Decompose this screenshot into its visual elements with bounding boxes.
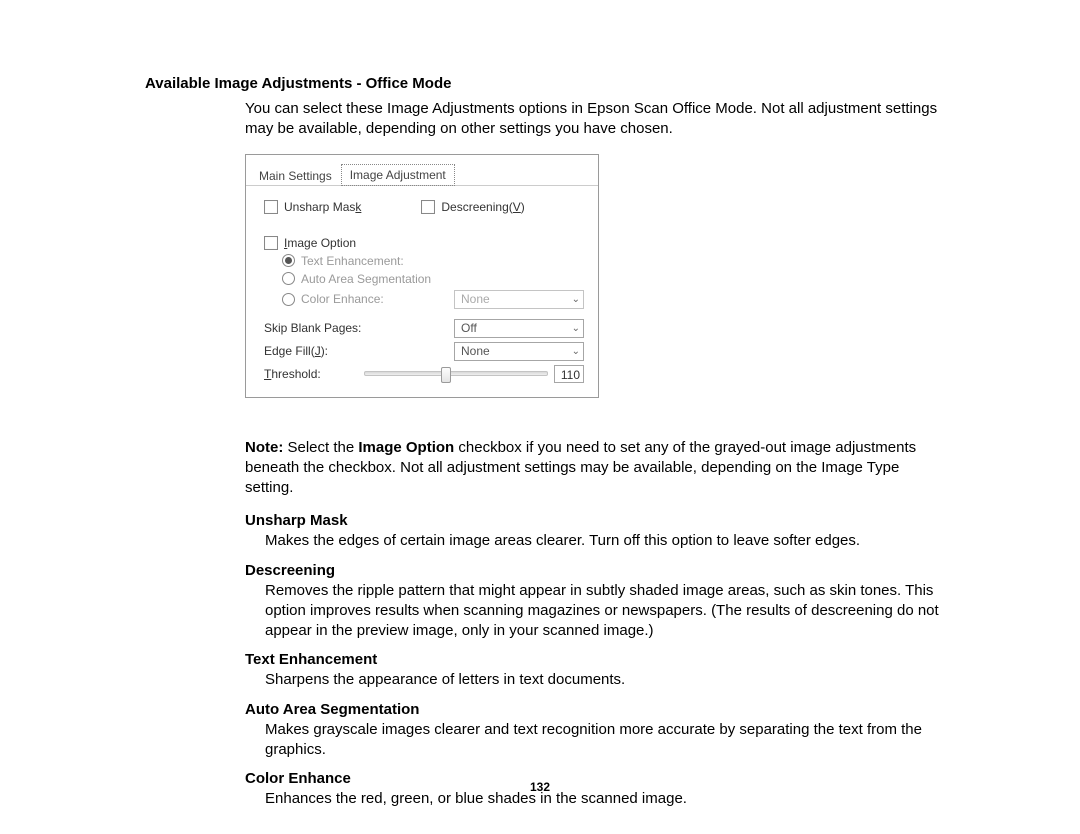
color-enhance-label: Color Enhance:: [301, 292, 454, 306]
term-unsharp: Unsharp Mask: [245, 512, 940, 529]
image-option-checkbox[interactable]: [264, 236, 278, 250]
body-unsharp: Makes the edges of certain image areas c…: [265, 531, 940, 551]
tab-image-adjustment[interactable]: Image Adjustment: [341, 164, 455, 186]
chevron-down-icon: ⌄: [572, 346, 580, 357]
color-enhance-combo[interactable]: None ⌄: [454, 290, 584, 309]
edge-fill-value: None: [461, 344, 490, 358]
descreening-checkbox[interactable]: [421, 200, 435, 214]
slider-thumb[interactable]: [441, 367, 451, 383]
page-number: 132: [0, 780, 1080, 794]
descreening-label: Descreening(V): [441, 200, 524, 214]
color-enhance-radio[interactable]: [282, 293, 295, 306]
chevron-down-icon: ⌄: [572, 294, 580, 305]
skip-blank-pages-value: Off: [461, 321, 477, 335]
edge-fill-label: Edge Fill(J):: [264, 344, 454, 358]
term-descreening: Descreening: [245, 562, 940, 579]
threshold-slider[interactable]: [364, 365, 548, 383]
term-auto-area: Auto Area Segmentation: [245, 701, 940, 718]
threshold-label: Threshold:: [264, 367, 364, 381]
auto-area-segmentation-label: Auto Area Segmentation: [301, 272, 431, 286]
image-option-label: Image Option: [284, 236, 356, 250]
note-paragraph: Note: Select the Image Option checkbox i…: [245, 438, 940, 499]
page-heading: Available Image Adjustments - Office Mod…: [145, 75, 940, 92]
unsharp-mask-label: Unsharp Mask: [284, 200, 361, 214]
skip-blank-pages-label: Skip Blank Pages:: [264, 321, 454, 335]
body-descreening: Removes the ripple pattern that might ap…: [265, 581, 940, 642]
dialog-figure: Main Settings Image Adjustment Unsharp M…: [245, 154, 599, 398]
text-enhancement-label: Text Enhancement:: [301, 254, 404, 268]
term-text-enhancement: Text Enhancement: [245, 651, 940, 668]
skip-blank-pages-combo[interactable]: Off ⌄: [454, 319, 584, 338]
threshold-value[interactable]: 110: [554, 365, 584, 383]
intro-text: You can select these Image Adjustments o…: [245, 99, 940, 140]
body-auto-area: Makes grayscale images clearer and text …: [265, 720, 940, 761]
color-enhance-value: None: [461, 292, 490, 306]
edge-fill-combo[interactable]: None ⌄: [454, 342, 584, 361]
unsharp-mask-checkbox[interactable]: [264, 200, 278, 214]
tab-main-settings[interactable]: Main Settings: [250, 165, 341, 186]
body-text-enhancement: Sharpens the appearance of letters in te…: [265, 670, 940, 690]
chevron-down-icon: ⌄: [572, 323, 580, 334]
text-enhancement-radio[interactable]: [282, 254, 295, 267]
auto-area-segmentation-radio[interactable]: [282, 272, 295, 285]
